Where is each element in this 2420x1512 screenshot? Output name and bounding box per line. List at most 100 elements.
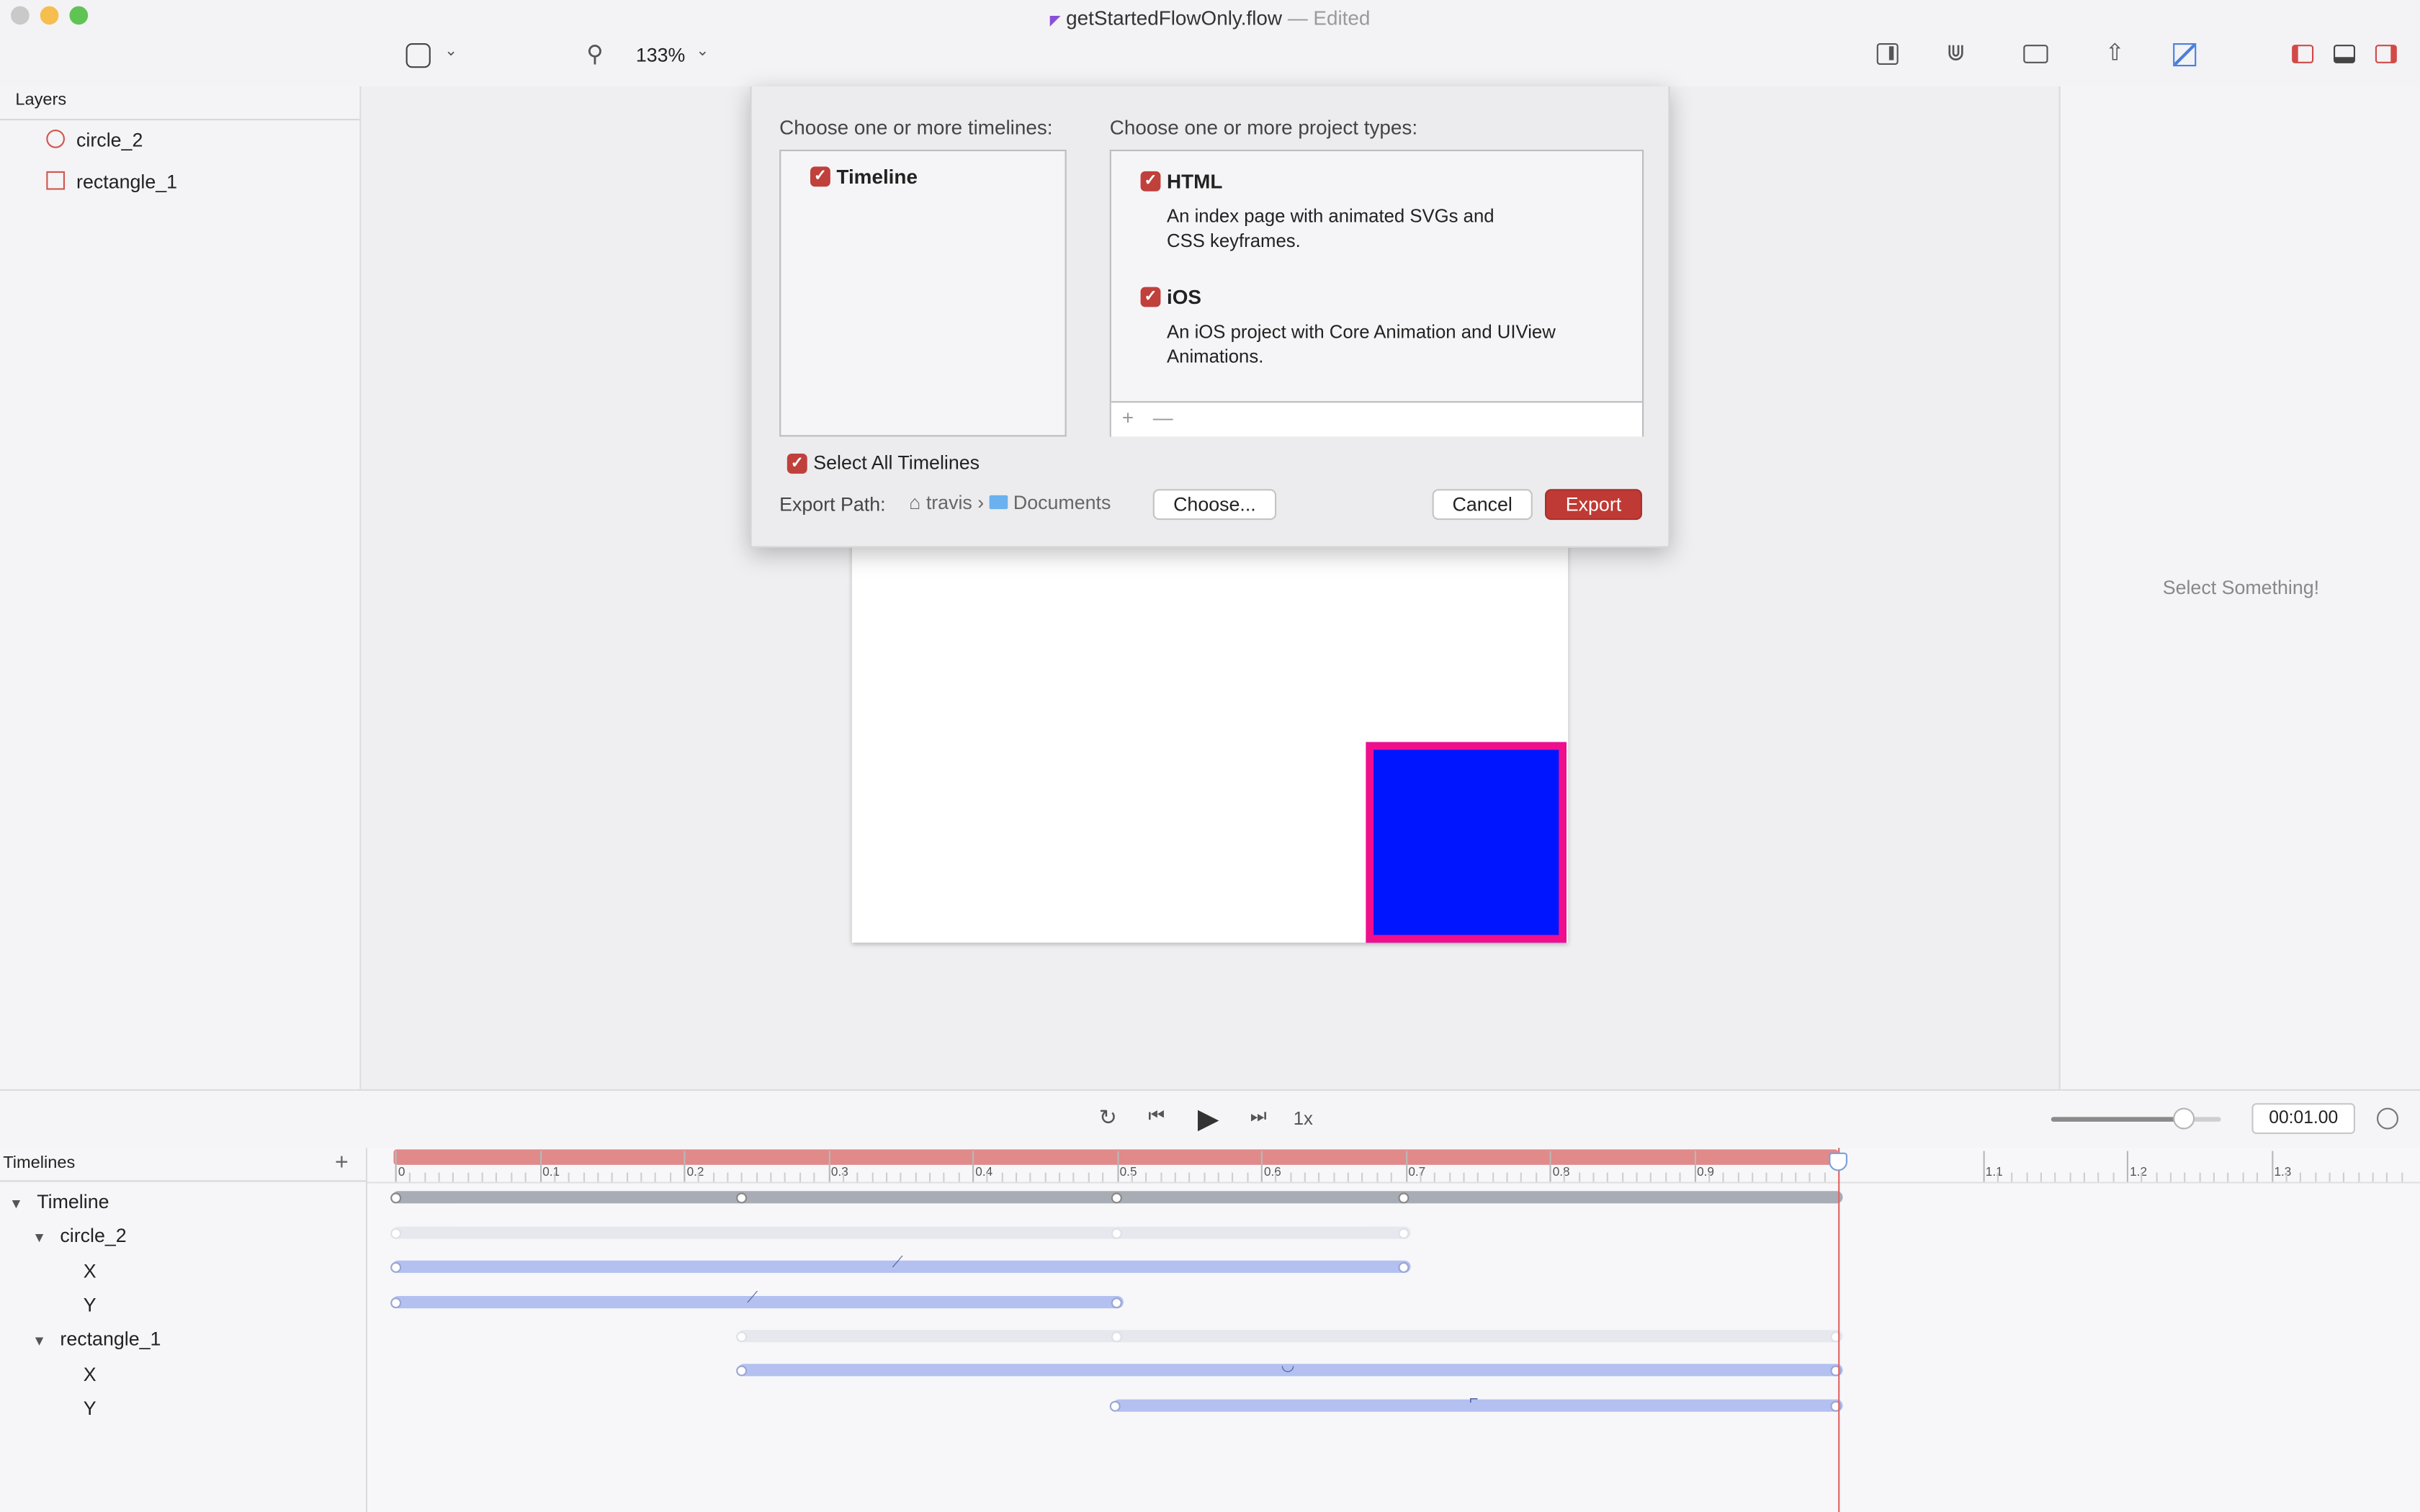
export-sheet: Choose one or more timelines: ✓ Timeline… (750, 86, 1670, 548)
toggle-right-panel-icon[interactable] (2375, 45, 2397, 63)
ruler-minor-tick (2112, 1172, 2114, 1182)
ruler-minor-tick (1361, 1172, 1364, 1182)
keyframe[interactable] (1398, 1192, 1410, 1203)
ruler-tick (539, 1151, 542, 1182)
ruler-minor-tick (1795, 1172, 1797, 1182)
playback-range[interactable] (393, 1149, 1839, 1165)
keyframe[interactable] (1111, 1227, 1122, 1238)
property-track-row[interactable]: Y (84, 1295, 97, 1316)
timeline-zoom-slider[interactable] (2051, 1107, 2221, 1130)
keyframe[interactable] (390, 1261, 402, 1272)
add-icon[interactable]: + (1122, 406, 1134, 429)
cancel-button[interactable]: Cancel (1432, 489, 1533, 521)
property-track-row[interactable]: Y (84, 1398, 97, 1419)
edited-status: — Edited (1287, 6, 1371, 30)
comment-icon[interactable] (2023, 45, 2048, 63)
timeline-tracks[interactable]: 0 0.1 0.2 0.3 0.4 0.5 0.6 0.7 0.8 0.9 1.1 1.2 1.3 ⟋ … (367, 1148, 2420, 1512)
search-icon[interactable]: ⚲ (586, 40, 604, 68)
easing-curve-icon: ⌐ (1469, 1391, 1479, 1409)
ruler-minor-tick (1088, 1172, 1090, 1182)
ruler-minor-tick (1650, 1172, 1652, 1182)
keyframe[interactable] (1111, 1192, 1122, 1203)
disclosure-triangle-icon[interactable]: ▼ (32, 1230, 46, 1245)
ruler-minor-tick (1217, 1172, 1219, 1182)
timeline-row[interactable]: ▼ Timeline (9, 1191, 109, 1212)
toggle-left-panel-icon[interactable] (2292, 45, 2314, 63)
ruler-tick-label: 0 (398, 1164, 405, 1179)
export-icon[interactable] (2173, 43, 2197, 67)
layer-item-circle[interactable]: circle_2 (46, 130, 143, 151)
play-icon[interactable]: ▶ (1198, 1103, 1219, 1135)
ruler-tick-label: 0.6 (1264, 1164, 1281, 1179)
ruler-minor-tick (1448, 1172, 1451, 1182)
keyframe[interactable] (390, 1227, 402, 1238)
ruler-minor-tick (957, 1172, 960, 1182)
property-track-row[interactable]: X (84, 1261, 97, 1282)
artboard[interactable] (851, 518, 1569, 943)
keyframe[interactable] (1398, 1261, 1410, 1272)
disclosure-triangle-icon[interactable]: ▼ (9, 1196, 23, 1211)
checkbox-checked-icon[interactable]: ✓ (786, 454, 807, 474)
disclosure-triangle-icon[interactable]: ▼ (32, 1333, 46, 1348)
ruler-minor-tick (1824, 1172, 1826, 1182)
checkbox-checked-icon[interactable]: ✓ (1140, 287, 1161, 307)
keyframe[interactable] (1111, 1331, 1122, 1342)
share-icon[interactable]: ⇧ (2105, 39, 2125, 66)
zoom-level[interactable]: 133% (636, 45, 686, 66)
keyframe[interactable] (736, 1192, 748, 1203)
keyframe[interactable] (1398, 1227, 1410, 1238)
slider-knob[interactable] (2172, 1107, 2195, 1130)
rectangle-1-shape[interactable] (1366, 742, 1567, 943)
keyframe[interactable] (390, 1297, 402, 1308)
time-ruler[interactable]: 0 0.1 0.2 0.3 0.4 0.5 0.6 0.7 0.8 0.9 1.1 1.2 1.3 (367, 1148, 2420, 1184)
loop-icon[interactable]: ↻ (1099, 1104, 1117, 1130)
clock-icon[interactable] (2377, 1107, 2398, 1130)
choose-button[interactable]: Choose... (1152, 489, 1277, 521)
layer-group-bar[interactable] (738, 1330, 1843, 1343)
ruler-minor-tick (626, 1172, 628, 1182)
ruler-minor-tick (741, 1172, 743, 1182)
ruler-minor-tick (698, 1172, 700, 1182)
ruler-minor-tick (438, 1172, 440, 1182)
layer-item-rectangle[interactable]: rectangle_1 (46, 171, 177, 193)
checkbox-checked-icon[interactable]: ✓ (1140, 171, 1161, 192)
ruler-minor-tick (2169, 1172, 2172, 1182)
ruler-minor-tick (1679, 1172, 1681, 1182)
skip-back-icon[interactable]: ⏮ (1148, 1104, 1165, 1128)
rectangle-icon (46, 171, 65, 190)
keyframe[interactable] (736, 1331, 748, 1342)
keyframe[interactable] (736, 1364, 748, 1376)
ruler-minor-tick (583, 1172, 585, 1182)
keyframe[interactable] (1109, 1400, 1121, 1411)
keyframe[interactable] (1111, 1297, 1122, 1308)
ruler-minor-tick (640, 1172, 642, 1182)
timeline-option-label: Timeline (836, 165, 918, 189)
sidebar-panel-icon[interactable] (1876, 43, 1899, 65)
property-track-row[interactable]: X (84, 1364, 97, 1385)
skip-forward-icon[interactable]: ⏭ (1250, 1104, 1267, 1128)
layer-track-row[interactable]: ▼ rectangle_1 (32, 1328, 161, 1350)
remove-icon[interactable]: — (1153, 406, 1173, 429)
playhead[interactable] (1829, 1148, 1847, 1512)
shape-tool-icon[interactable] (405, 43, 431, 68)
current-time-field[interactable]: 00:01.00 (2251, 1103, 2355, 1134)
path-control[interactable]: ⌂ travis › Documents (909, 492, 1111, 514)
add-timeline-icon[interactable]: + (335, 1149, 349, 1175)
ruler-minor-tick (1996, 1172, 1999, 1182)
layer-track-row[interactable]: ▼ circle_2 (32, 1225, 127, 1246)
zoom-chevron-down-icon[interactable]: ⌄ (696, 43, 709, 60)
playhead-handle-icon[interactable] (1829, 1152, 1847, 1171)
export-button[interactable]: Export (1545, 489, 1642, 521)
ruler-minor-tick (871, 1172, 873, 1182)
timelines-list: ✓ Timeline (779, 149, 1067, 437)
checkbox-checked-icon[interactable]: ✓ (810, 166, 830, 187)
magnet-icon[interactable]: ⋓ (1946, 39, 1966, 66)
playback-speed[interactable]: 1x (1294, 1108, 1313, 1130)
toggle-bottom-panel-icon[interactable] (2334, 45, 2355, 63)
select-all-label: Select All Timelines (813, 451, 980, 474)
layer-group-bar[interactable] (392, 1226, 1411, 1239)
ruler-minor-tick (1664, 1172, 1667, 1182)
chevron-down-icon[interactable]: ⌄ (444, 43, 457, 60)
ruler-tick (972, 1151, 974, 1182)
keyframe[interactable] (390, 1192, 402, 1203)
